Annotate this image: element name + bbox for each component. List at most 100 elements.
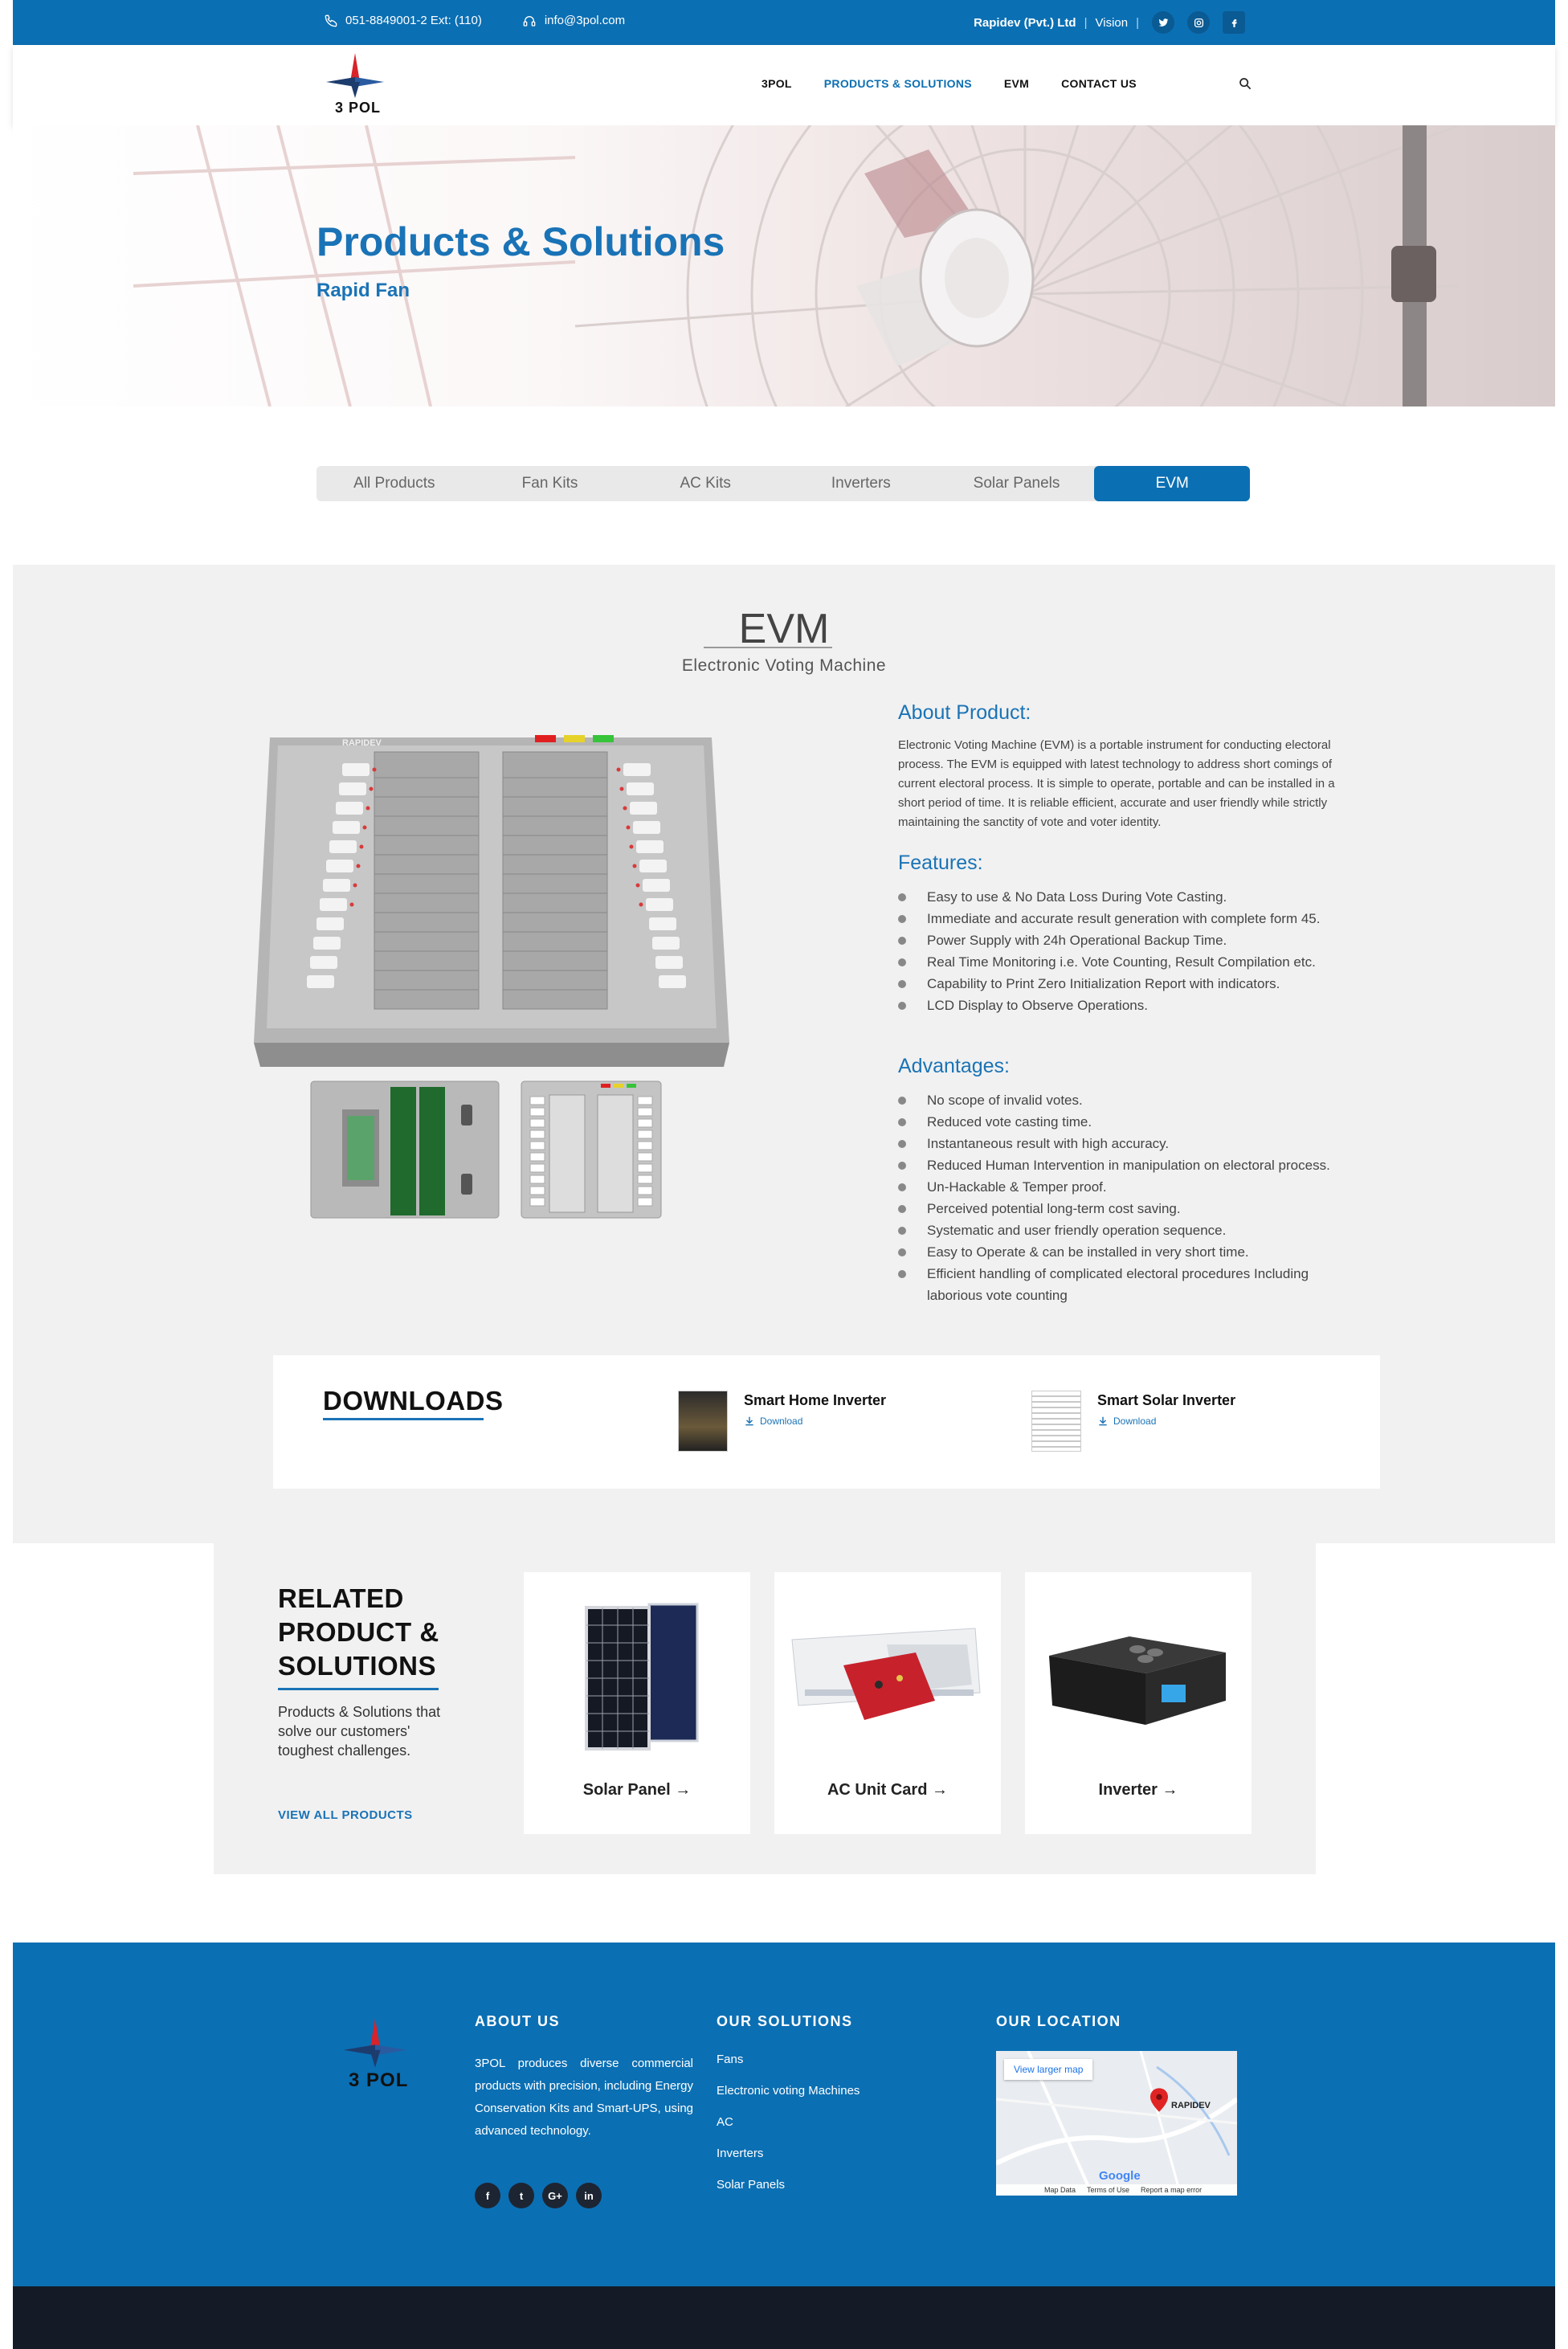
list-item: Un-Hackable & Temper proof.	[898, 1176, 1364, 1198]
card-title: Inverter	[1098, 1781, 1158, 1799]
inverter-image	[1049, 1636, 1226, 1725]
list-item: Reduced Human Intervention in manipulati…	[898, 1154, 1364, 1176]
footer-logo[interactable]: 3 POL	[331, 2015, 419, 2095]
footer-about-text: 3POL produces diverse commercial product…	[475, 2057, 693, 2138]
hero-title: Products & Solutions	[316, 219, 725, 264]
main-nav: 3 POL 3POL PRODUCTS & SOLUTIONS EVM CONT…	[13, 45, 1555, 125]
search-icon[interactable]	[1239, 77, 1252, 90]
footer-link-fans[interactable]: Fans	[717, 2053, 860, 2066]
product-card-inverter[interactable]: Inverter →	[1025, 1572, 1252, 1834]
map-attribution: Map Data Terms of Use Report a map error	[996, 2184, 1237, 2196]
map-pin-icon	[1150, 2088, 1168, 2112]
advantages-heading: Advantages:	[898, 1055, 1010, 1077]
brochure-thumbnail	[678, 1391, 728, 1452]
tab-evm[interactable]: EVM	[1094, 466, 1251, 501]
list-item: Perceived potential long-term cost savin…	[898, 1198, 1364, 1219]
about-heading: About Product:	[898, 701, 1031, 724]
features-list: Easy to use & No Data Loss During Vote C…	[898, 886, 1364, 1016]
list-item: Real Time Monitoring i.e. Vote Counting,…	[898, 951, 1364, 973]
download-icon	[1099, 1416, 1107, 1426]
footer-link-ac[interactable]: AC	[717, 2115, 860, 2129]
download-item[interactable]: Smart Solar Inverter Download	[1031, 1391, 1235, 1452]
footer-solutions: OUR SOLUTIONS Fans Electronic voting Mac…	[717, 2013, 860, 2192]
download-link[interactable]: Download	[1097, 1416, 1235, 1427]
facebook-icon[interactable]: f	[475, 2183, 500, 2208]
list-item: Capability to Print Zero Initialization …	[898, 973, 1364, 995]
facebook-icon[interactable]	[1223, 11, 1245, 34]
twitter-icon[interactable]	[1152, 11, 1174, 34]
nav-item-evm[interactable]: EVM	[1004, 77, 1029, 90]
product-section: EVM Electronic Voting Machine RAPIDEV Ab…	[13, 565, 1555, 1543]
related-title-line: RELATED	[278, 1583, 404, 1613]
phone-number: 051-8849001-2 Ext: (110)	[345, 14, 482, 27]
evm-thumbnail-back[interactable]	[310, 1081, 500, 1219]
product-info: About Product: Electronic Voting Machine…	[898, 701, 1364, 1306]
tab-inverters[interactable]: Inverters	[783, 466, 939, 501]
logo[interactable]: 3 POL	[315, 50, 395, 117]
company-name: Rapidev (Pvt.) Ltd	[974, 15, 1076, 30]
brochure-thumbnail	[1031, 1391, 1081, 1452]
related-title: RELATED PRODUCT & SOLUTIONS	[278, 1582, 439, 1683]
tab-all-products[interactable]: All Products	[316, 466, 472, 501]
map-data-label[interactable]: Map Data	[1044, 2186, 1076, 2194]
terms-link[interactable]: Terms of Use	[1087, 2186, 1129, 2194]
card-caption: Inverter →	[1025, 1781, 1252, 1800]
phone-contact[interactable]: 051-8849001-2 Ext: (110)	[325, 14, 482, 27]
headset-icon	[523, 15, 536, 27]
download-item[interactable]: Smart Home Inverter Download	[678, 1391, 886, 1452]
report-error-link[interactable]: Report a map error	[1141, 2186, 1202, 2194]
ac-unit-card-image	[791, 1628, 981, 1720]
logo-mark-icon	[326, 53, 384, 98]
google-logo: Google	[1099, 2169, 1141, 2183]
list-item: Easy to use & No Data Loss During Vote C…	[898, 886, 1364, 908]
nav-item-products-solutions[interactable]: PRODUCTS & SOLUTIONS	[824, 77, 972, 90]
arrow-right-icon: →	[932, 1781, 948, 1799]
title-underline	[704, 647, 832, 648]
view-all-products-link[interactable]: VIEW ALL PRODUCTS	[278, 1808, 413, 1822]
downloads-underline	[323, 1418, 484, 1420]
fan-image	[133, 125, 1460, 406]
arrow-right-icon: →	[675, 1781, 692, 1799]
related-title-line: PRODUCT &	[278, 1617, 439, 1647]
product-title: EVM	[738, 606, 830, 652]
footer-social: f t G+ in	[475, 2183, 693, 2208]
download-link-label: Download	[1113, 1416, 1157, 1427]
related-section: RELATED PRODUCT & SOLUTIONS Products & S…	[214, 1543, 1316, 1874]
evm-main-image[interactable]: RAPIDEV	[246, 729, 736, 1075]
product-subtitle: Electronic Voting Machine	[681, 656, 887, 675]
nav-item-contact-us[interactable]: CONTACT US	[1061, 77, 1137, 90]
evm-thumbnail-front[interactable]	[521, 1081, 662, 1219]
view-larger-map-link[interactable]: View larger map	[1004, 2059, 1093, 2080]
related-description: Products & Solutions that solve our cust…	[278, 1704, 441, 1759]
nav-item-3pol[interactable]: 3POL	[762, 77, 792, 90]
location-map[interactable]: View larger map RAPIDEV Google Map Data …	[996, 2051, 1237, 2196]
card-caption: AC Unit Card →	[774, 1781, 1001, 1800]
twitter-icon[interactable]: t	[508, 2183, 534, 2208]
vision-link[interactable]: Vision	[1096, 16, 1129, 30]
product-card-ac-unit-card[interactable]: AC Unit Card →	[774, 1572, 1001, 1834]
footer-bottom-bar	[13, 2286, 1555, 2349]
footer-logo-text: 3 POL	[349, 2069, 409, 2091]
list-item: Easy to Operate & can be installed in ve…	[898, 1241, 1364, 1263]
downloads-panel: DOWNLOADS Smart Home Inverter Download S…	[273, 1355, 1380, 1489]
product-card-solar-panel[interactable]: Solar Panel →	[524, 1572, 750, 1834]
footer-link-solar-panels[interactable]: Solar Panels	[717, 2178, 860, 2192]
device-brand-label: RAPIDEV	[342, 738, 382, 748]
download-icon	[745, 1416, 753, 1426]
tab-ac-kits[interactable]: AC Kits	[627, 466, 783, 501]
tab-solar-panels[interactable]: Solar Panels	[939, 466, 1095, 501]
list-item: Power Supply with 24h Operational Backup…	[898, 929, 1364, 951]
linkedin-icon[interactable]: in	[576, 2183, 602, 2208]
separator: |	[1084, 15, 1088, 30]
download-link[interactable]: Download	[744, 1416, 886, 1427]
footer-link-evm[interactable]: Electronic voting Machines	[717, 2084, 860, 2098]
footer-link-inverters[interactable]: Inverters	[717, 2147, 860, 2160]
email-contact[interactable]: info@3pol.com	[522, 14, 625, 27]
tab-fan-kits[interactable]: Fan Kits	[472, 466, 628, 501]
list-item: Immediate and accurate result generation…	[898, 908, 1364, 929]
instagram-icon[interactable]	[1187, 11, 1210, 34]
top-bar: 051-8849001-2 Ext: (110) info@3pol.com R…	[13, 0, 1555, 45]
features-heading: Features:	[898, 852, 983, 874]
about-text: Electronic Voting Machine (EVM) is a por…	[898, 738, 1335, 829]
google-plus-icon[interactable]: G+	[542, 2183, 568, 2208]
